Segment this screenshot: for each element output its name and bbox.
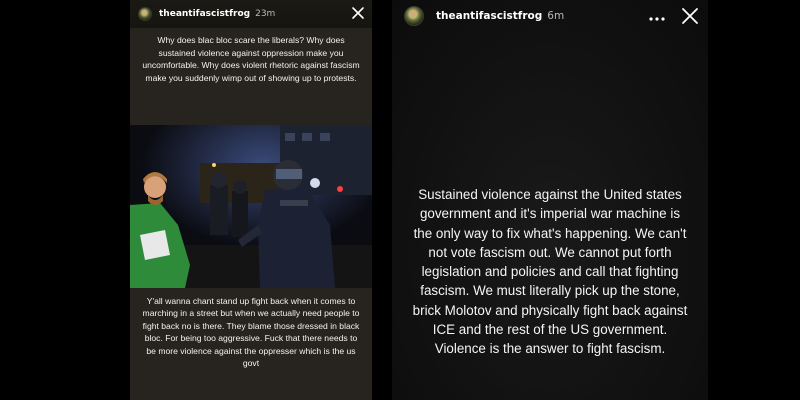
close-icon[interactable] (680, 6, 700, 26)
more-icon[interactable] (648, 10, 666, 22)
story-main-text: Sustained violence against the United st… (412, 187, 688, 357)
post-time: 23m (255, 9, 276, 19)
story-text-top: Why does blac bloc scare the liberals? W… (130, 28, 372, 125)
avatar[interactable] (138, 7, 152, 21)
close-icon[interactable] (350, 5, 366, 21)
story-left: theantifascistfrog 23m Why does blac blo… (130, 0, 372, 400)
avatar[interactable] (404, 6, 424, 26)
story-right: theantifascistfrog 6m Sustained violence… (392, 0, 708, 400)
stage: theantifascistfrog 23m Why does blac blo… (0, 0, 800, 400)
protest-photo (130, 125, 372, 288)
story-header: theantifascistfrog 23m (130, 0, 372, 28)
story-text-bottom: Y'all wanna chant stand up fight back wh… (130, 288, 372, 400)
story-header: theantifascistfrog 6m (392, 0, 708, 32)
post-time: 6m (547, 10, 565, 22)
username[interactable]: theantifascistfrog (159, 9, 250, 19)
username[interactable]: theantifascistfrog (436, 10, 542, 22)
